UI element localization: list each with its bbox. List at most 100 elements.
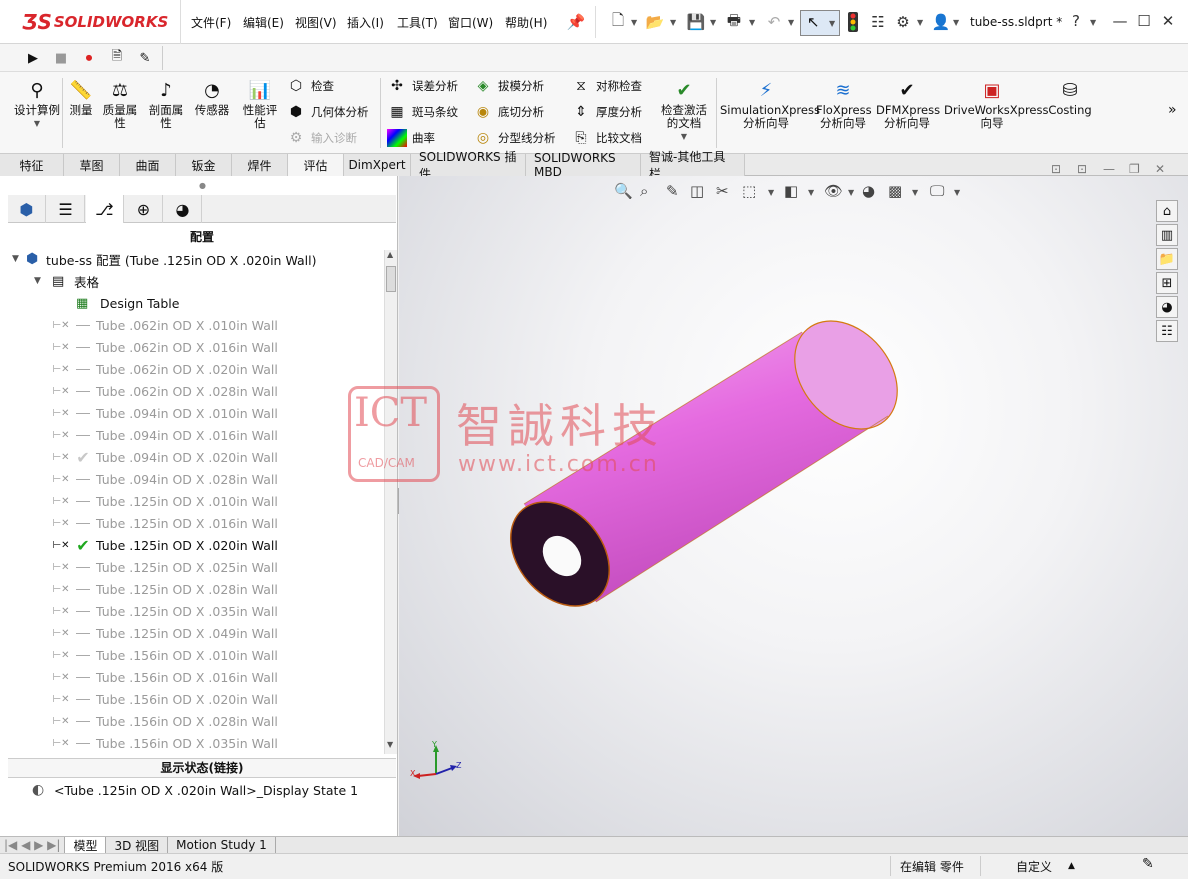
chevron-down-icon[interactable]: ▼ xyxy=(912,188,918,197)
configuration-item[interactable]: ⊢✕ Tube .125in OD X .016in Wall xyxy=(52,512,277,534)
configuration-item[interactable]: ⊢✕ Tube .094in OD X .016in Wall xyxy=(52,424,277,446)
floxpress-button[interactable]: ≋ FloXpress分析向导 xyxy=(816,78,872,130)
menu-help[interactable]: 帮助(H) xyxy=(505,14,547,31)
configuration-item[interactable]: ⊢✕ Tube .156in OD X .010in Wall xyxy=(52,644,277,666)
tab-features[interactable]: 特征 xyxy=(0,154,64,176)
new-document-icon[interactable]: 🗋 xyxy=(608,11,628,32)
previous-view-icon[interactable]: ✎ xyxy=(666,182,679,200)
maximize-button[interactable]: ☐ xyxy=(1134,12,1154,30)
configuration-item[interactable]: ⊢✕ Tube .156in OD X .028in Wall xyxy=(52,710,277,732)
view-palette-icon[interactable]: ⊞ xyxy=(1156,272,1178,294)
more-chevron-icon[interactable]: » xyxy=(1168,102,1177,118)
apply-scene-icon[interactable]: ▩ xyxy=(888,182,902,200)
parting-line-analysis-button[interactable]: ◎ 分型线分析 xyxy=(473,128,556,148)
edit-macro-icon[interactable]: ✎ xyxy=(134,47,156,69)
chevron-down-icon[interactable]: ▼ xyxy=(917,18,923,27)
status-units[interactable]: 自定义 xyxy=(1016,858,1052,875)
driveworksxpress-button[interactable]: ▣ DriveWorksXpress向导 xyxy=(944,78,1048,130)
tab-scroll-arrows[interactable]: |◀ ◀ ▶ ▶| xyxy=(0,837,66,853)
chevron-down-icon[interactable]: ▼ xyxy=(631,18,637,27)
restore-left-icon[interactable]: ⊡ xyxy=(1051,162,1061,176)
tab-dimxpert[interactable]: DimXpert xyxy=(344,154,411,176)
configuration-item[interactable]: ⊢✕ Tube .125in OD X .028in Wall xyxy=(52,578,277,600)
solidworks-logo[interactable]: ƷS SOLIDWORKS xyxy=(22,8,168,36)
pin-icon[interactable]: 📌 xyxy=(566,12,586,32)
configuration-item[interactable]: ⊢✕ Tube .094in OD X .028in Wall xyxy=(52,468,277,490)
chevron-down-icon[interactable]: ▼ xyxy=(954,188,960,197)
chevron-down-icon[interactable]: ▼ xyxy=(788,18,794,27)
feature-manager-tab-icon[interactable]: ⬢ xyxy=(8,195,46,223)
tab-solidworks-mbd[interactable]: SOLIDWORKS MBD xyxy=(526,151,641,179)
options-gear-icon[interactable]: ⚙ xyxy=(893,12,913,32)
configuration-item[interactable]: ⊢✕ Tube .094in OD X .010in Wall xyxy=(52,402,277,424)
scroll-up-icon[interactable]: ▲ xyxy=(387,250,393,259)
doc-maximize-button[interactable]: ❐ xyxy=(1129,162,1140,176)
hide-show-items-icon[interactable]: 👁 xyxy=(824,182,843,200)
design-study-button[interactable]: ⚲ 设计算例 ▼ xyxy=(14,78,60,130)
configuration-item[interactable]: ⊢✕ Tube .156in OD X .020in Wall xyxy=(52,688,277,710)
save-icon[interactable]: 💾 xyxy=(686,12,706,32)
select-tool-button[interactable]: ↖ ▼ xyxy=(800,10,840,36)
doc-close-button[interactable]: ✕ xyxy=(1155,162,1165,176)
stop-macro-icon[interactable]: ■ xyxy=(50,47,72,69)
simulationxpress-button[interactable]: ⚡ SimulationXpress分析向导 xyxy=(720,78,820,130)
zebra-stripes-button[interactable]: ▦ 斑马条纹 xyxy=(387,102,458,122)
import-diagnostics-button[interactable]: ⚙ 输入诊断 xyxy=(286,128,369,148)
new-macro-icon[interactable]: 🗎 xyxy=(106,47,128,69)
configuration-manager-tab-icon[interactable]: ⎇ xyxy=(86,195,124,223)
configuration-item[interactable]: ⊢✕ ✔ Tube .094in OD X .020in Wall xyxy=(52,446,277,468)
chevron-down-icon[interactable]: ▼ xyxy=(808,188,814,197)
mass-properties-button[interactable]: ⚖ 质量属性 xyxy=(100,78,140,130)
view-orientation-icon[interactable]: ⬚ xyxy=(742,182,756,200)
display-manager-tab-icon[interactable]: ◕ xyxy=(164,195,202,223)
help-icon[interactable]: ? xyxy=(1066,12,1086,30)
print-icon[interactable]: 🖶 xyxy=(724,11,744,32)
solidworks-resources-icon[interactable]: ⌂ xyxy=(1156,200,1178,222)
config-scrollbar[interactable]: ▲ ▼ xyxy=(384,250,397,754)
thickness-analysis-button[interactable]: ⇕ 厚度分析 xyxy=(571,102,642,122)
configuration-item[interactable]: ⊢✕ ✔ Tube .125in OD X .020in Wall xyxy=(52,534,277,556)
geometry-analysis-button[interactable]: ⬢ 几何体分析 xyxy=(286,102,369,122)
tab-motion-study[interactable]: Motion Study 1 xyxy=(168,837,276,853)
chevron-down-icon[interactable]: ▼ xyxy=(768,188,774,197)
view-settings-icon[interactable]: 🖵 xyxy=(930,182,944,200)
close-button[interactable]: ✕ xyxy=(1158,12,1178,30)
chevron-down-icon[interactable]: ▼ xyxy=(749,18,755,27)
section-view-icon[interactable]: ◫ xyxy=(690,182,704,200)
open-folder-icon[interactable]: 📂 xyxy=(645,12,665,32)
configuration-item[interactable]: ⊢✕ Tube .062in OD X .010in Wall xyxy=(52,314,277,336)
costing-button[interactable]: ⛁ Costing xyxy=(1046,78,1094,117)
minimize-button[interactable]: — xyxy=(1110,12,1130,30)
tab-model[interactable]: 模型 xyxy=(65,837,107,853)
tab-zhicheng-tools[interactable]: 智诚-其他工具栏 xyxy=(641,150,745,181)
configuration-item[interactable]: ⊢✕ Tube .062in OD X .016in Wall xyxy=(52,336,277,358)
display-style-icon[interactable]: ◧ xyxy=(784,182,798,200)
menu-window[interactable]: 窗口(W) xyxy=(448,14,493,31)
record-macro-icon[interactable]: ⏺ xyxy=(78,47,100,69)
tables-folder[interactable]: ▼ ▤ 表格 xyxy=(34,270,99,292)
appearances-icon[interactable]: ◕ xyxy=(1156,296,1178,318)
tab-3d-view[interactable]: 3D 视图 xyxy=(106,837,169,853)
chevron-down-icon[interactable]: ▼ xyxy=(953,18,959,27)
configuration-item[interactable]: ⊢✕ Tube .062in OD X .020in Wall xyxy=(52,358,277,380)
configuration-item[interactable]: ⊢✕ Tube .125in OD X .025in Wall xyxy=(52,556,277,578)
tab-solidworks-addins[interactable]: SOLIDWORKS 插件 xyxy=(411,150,526,181)
menu-view[interactable]: 视图(V) xyxy=(295,14,337,31)
menu-insert[interactable]: 插入(I) xyxy=(347,14,384,31)
pane-grip-icon[interactable]: ● xyxy=(199,181,206,190)
run-macro-icon[interactable]: ▶ xyxy=(22,47,44,69)
chevron-down-icon[interactable]: ▼ xyxy=(670,18,676,27)
doc-minimize-button[interactable]: — xyxy=(1103,162,1115,176)
tab-sketch[interactable]: 草图 xyxy=(64,154,120,176)
check-button[interactable]: ⬡ 检查 xyxy=(286,76,369,96)
config-root[interactable]: ▼ ⬢ tube-ss 配置 (Tube .125in OD X .020in … xyxy=(12,248,316,270)
tab-weldments[interactable]: 焊件 xyxy=(232,154,288,176)
design-library-icon[interactable]: ▥ xyxy=(1156,224,1178,246)
compare-documents-button[interactable]: ⎘ 比较文档 xyxy=(571,128,642,148)
edit-appearance-icon[interactable]: ◕ xyxy=(862,182,875,200)
restore-right-icon[interactable]: ⊡ xyxy=(1077,162,1087,176)
scroll-down-icon[interactable]: ▼ xyxy=(387,740,393,749)
scrollbar-thumb[interactable] xyxy=(386,266,396,292)
chevron-up-icon[interactable]: ▲ xyxy=(1068,861,1075,871)
chevron-down-icon[interactable]: ▼ xyxy=(848,188,854,197)
